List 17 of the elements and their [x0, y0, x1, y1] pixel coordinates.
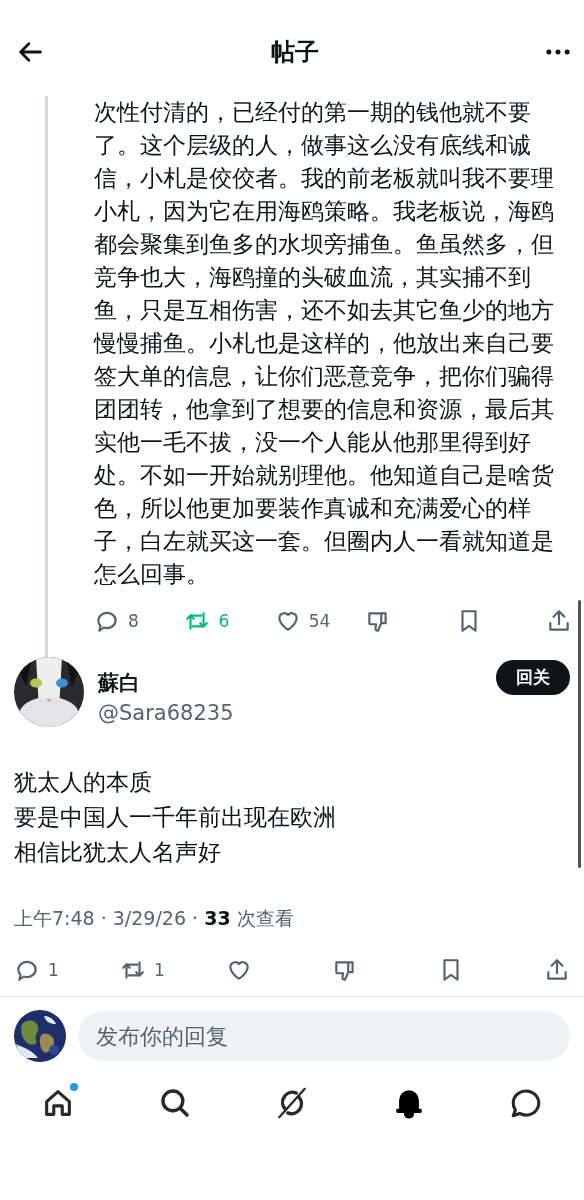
grok-tab[interactable]: [275, 1086, 309, 1120]
post-metadata: 上午7:48 · 3/29/26 · 33 次查看: [14, 906, 295, 931]
share-icon: [544, 957, 570, 983]
repost-button[interactable]: 1: [120, 957, 180, 983]
reply-button[interactable]: 8: [94, 608, 154, 634]
more-icon: [546, 49, 570, 55]
post-text: 犹太人的本质 要是中国人一千年前出现在欧洲 相信比犹太人名声好: [14, 768, 337, 867]
page-title: 帖子: [271, 37, 319, 68]
author-name[interactable]: 蘇白: [98, 669, 482, 697]
follow-back-button[interactable]: 回关: [496, 660, 570, 695]
author-handle[interactable]: @Sara68235: [98, 701, 482, 725]
share-button[interactable]: [544, 957, 570, 983]
reply-button[interactable]: 1: [14, 957, 74, 983]
reply-field[interactable]: 发布你的回复: [78, 1011, 570, 1061]
post-text: 次性付清的，已经付的第一期的钱他就不要了。这个层级的人，做事这么没有底线和诚信，小札是佼佼者。我的前老板就叫我不要理小札，因为它在用海鸥策略。我老板说，海鸥都会聚集到鱼多的水坝旁捕鱼。鱼虽然多，但竞争也大，海鸥撞的头破血流，其实捕不到鱼，只是互相伤害，还不如去其它鱼少的地方慢慢捕鱼。小札也是这样的，他放出来自己要签大单的信息，让你们恶意竞争，把你们骗得团团转，他拿到了想要的信息和资源，最后其实他一毛不拔，没一个人能从他那里得到好处。不如一开始就别理他。他知道自己是啥货色，所以他更加要装作真诚和充满爱心的样子，白左就买这一套。但圈内人一看就知道是怎么回事。: [94, 98, 555, 589]
like-button[interactable]: 54: [274, 608, 335, 634]
more-button[interactable]: [546, 49, 570, 55]
